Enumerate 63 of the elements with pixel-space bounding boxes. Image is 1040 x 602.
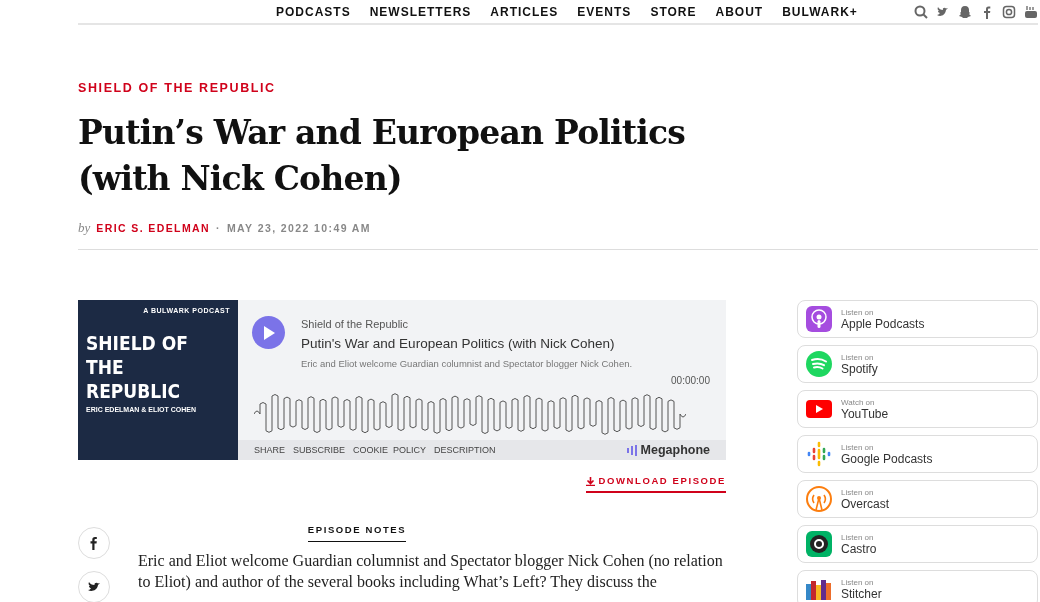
platform-name: Apple Podcasts [841, 316, 925, 331]
byline-prefix: by [78, 218, 91, 237]
platform-link[interactable]: Listen on Google Podcasts [797, 435, 1038, 474]
google-podcasts-icon [806, 441, 832, 468]
platform-name: Stitcher [841, 586, 882, 601]
download-label: DOWNLOAD EPISODE [598, 474, 726, 489]
spotify-icon [806, 351, 832, 378]
platform-caption: Listen on [841, 307, 875, 317]
show-name: Shield of the Republic [301, 317, 409, 333]
platform-link[interactable]: Watch on YouTube [797, 390, 1038, 429]
episode-description: Eric and Eliot welcome Guardian columnist and Spectator blogger Nick Cohen. [301, 357, 633, 371]
player-link[interactable]: SHARE [254, 443, 285, 457]
platform-link[interactable]: Listen on Overcast [797, 480, 1038, 519]
platform-name: YouTube [841, 406, 889, 421]
author-link[interactable]: ERIC S. EDELMAN [96, 220, 211, 237]
platform-caption: Listen on [841, 442, 875, 452]
share-button[interactable] [78, 526, 110, 559]
nav-link[interactable]: NEWSLETTERS [369, 2, 472, 21]
player-link[interactable]: SUBSCRIBE [293, 443, 346, 457]
play-icon [262, 325, 275, 340]
nav-link[interactable]: ARTICLES [490, 2, 559, 21]
podcast-icon [806, 306, 832, 333]
bars-icon [626, 444, 637, 456]
platform-link[interactable]: Listen on Apple Podcasts [797, 300, 1038, 339]
platform-link[interactable]: Listen on Castro [797, 525, 1038, 564]
platform-name: Overcast [841, 496, 889, 511]
youtube-icon[interactable] [1024, 4, 1038, 19]
platform-link[interactable]: Listen on Spotify [797, 345, 1038, 384]
search-icon[interactable] [914, 4, 928, 19]
broadcast-icon [806, 486, 832, 513]
platform-caption: Listen on [841, 487, 875, 497]
article-title: Putin’s War and European Politics (with Nick Cohen) [78, 111, 687, 200]
playback-time: 00:00:00 [671, 374, 710, 389]
player-link[interactable]: DESCRIPTION [434, 443, 496, 457]
nav-link[interactable]: STORE [650, 2, 697, 21]
platform-link[interactable]: Listen on Stitcher [797, 570, 1038, 602]
publish-date: MAY 23, 2022 10:49 AM [226, 220, 371, 236]
episode-notes-text: Eric and Eliot welcome Guardian columnist and Spectator blogger Nick Cohen (no relation to Eliot) and author of the several books including What’s Left? They discuss the [138, 550, 724, 592]
episode-title: Putin's War and European Politics (with Nick Cohen) [301, 334, 616, 353]
cover-title: SHIELD OF THE REPUBLIC [86, 330, 189, 403]
platform-name: Google Podcasts [841, 451, 933, 466]
platform-caption: Listen on [841, 532, 875, 542]
instagram-icon[interactable] [1002, 4, 1016, 19]
castro-icon [806, 531, 832, 558]
nav-link[interactable]: ABOUT [715, 2, 764, 21]
brand-name: Megaphone [640, 441, 710, 459]
download-icon [585, 476, 595, 486]
section-label: SHIELD OF THE REPUBLIC [78, 80, 277, 97]
byline-separator: · [216, 220, 221, 236]
player-link[interactable]: COOKIE POLICY [353, 443, 427, 457]
download-link[interactable]: DOWNLOAD EPISODE [585, 474, 726, 493]
play-button[interactable] [252, 316, 285, 350]
episode-notes-heading: EPISODE NOTES [307, 522, 407, 542]
nav-link[interactable]: PODCASTS [276, 2, 351, 21]
ghost-icon[interactable] [958, 4, 972, 19]
nav-link[interactable]: EVENTS [577, 2, 632, 21]
share-button[interactable] [78, 570, 110, 602]
platform-caption: Watch on [841, 397, 876, 407]
platform-name: Spotify [841, 361, 878, 376]
platform-caption: Listen on [841, 352, 875, 362]
platform-name: Castro [841, 541, 877, 556]
platform-caption: Listen on [841, 577, 875, 587]
nav-link[interactable]: BULWARK+ [782, 2, 858, 21]
